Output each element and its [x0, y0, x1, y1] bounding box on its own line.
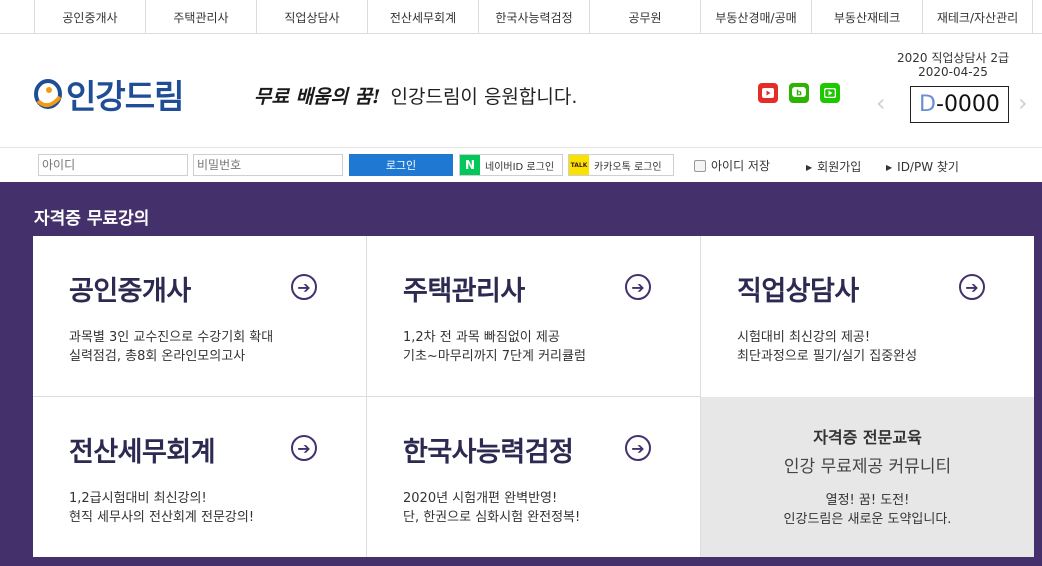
promo-text: 열정! 꿈! 도전! 인강드림은 새로운 도약입니다. [701, 491, 1034, 529]
naver-login-label: 네이버ID 로그인 [485, 161, 555, 173]
kakao-login-button[interactable]: TALK 카카오톡 로그인 [568, 154, 674, 176]
save-id-label: 아이디 저장 [711, 159, 771, 173]
promo-card: 자격증 전문교육 인강 무료제공 커뮤니티 열정! 꿈! 도전! 인강드림은 새… [701, 397, 1034, 557]
card-description: 시험대비 최신강의 제공! 최단과정으로 필기/실기 집중완성 [737, 328, 917, 366]
kakao-login-label: 카카오톡 로그인 [594, 161, 662, 173]
card-desc-line: 과목별 3인 교수진으로 수강기회 확대 [69, 330, 274, 345]
course-card-career-counselor[interactable]: 직업상담사 ➔ 시험대비 최신강의 제공! 최단과정으로 필기/실기 집중완성 [701, 236, 1034, 396]
card-description: 과목별 3인 교수진으로 수강기회 확대 실력점검, 총8회 온라인모의고사 [69, 328, 273, 366]
find-id-pw-label: ID/PW 찾기 [897, 160, 959, 174]
top-nav-list: 공인중개사 주택관리사 직업상담사 전산세무회계 한국사능력검정 공무원 부동산경매/공매 부… [34, 0, 1033, 34]
svg-text:b: b [796, 89, 802, 98]
naver-tv-icon[interactable] [820, 83, 840, 103]
dday-prev-icon[interactable]: ‹ [876, 89, 886, 117]
slogan: 무료 배움의 꿈! 인강드림이 응원합니다. [254, 82, 577, 109]
triangle-right-icon: ▶ [806, 163, 813, 172]
arrow-right-icon[interactable]: ➔ [625, 435, 651, 461]
course-card-housing-manager[interactable]: 주택관리사 ➔ 1,2차 전 과목 빠짐없이 제공 기초~마무리까지 7단계 커… [367, 236, 700, 396]
card-title: 한국사능력검정 [403, 437, 574, 468]
card-desc-line: 현직 세무사의 전산회계 전문강의! [69, 510, 255, 525]
promo-line: 열정! 꿈! 도전! [825, 493, 910, 508]
free-lecture-section: 자격증 무료강의 공인중개사 ➔ 과목별 3인 교수진으로 수강기회 확대 실력… [0, 182, 1042, 566]
card-desc-line: 1,2차 전 과목 빠짐없이 제공 [403, 330, 560, 345]
id-input[interactable] [38, 154, 188, 176]
card-title: 주택관리사 [403, 276, 525, 307]
course-card-tax-accounting[interactable]: 전산세무회계 ➔ 1,2급시험대비 최신강의! 현직 세무사의 전산회계 전문강… [33, 397, 366, 557]
logo-mark-icon [34, 79, 62, 109]
card-title: 전산세무회계 [69, 437, 216, 468]
card-desc-line: 2020년 시험개편 완벽반영! [403, 491, 558, 506]
save-id-checkbox[interactable]: 아이디 저장 [694, 157, 770, 174]
top-nav-item[interactable]: 주택관리사 [146, 0, 257, 34]
arrow-right-icon[interactable]: ➔ [291, 274, 317, 300]
blog-icon[interactable]: b [789, 83, 809, 103]
promo-heading: 자격증 전문교육 [813, 428, 922, 447]
triangle-right-icon: ▶ [886, 163, 893, 172]
naver-login-button[interactable]: N 네이버ID 로그인 [459, 154, 563, 176]
kakao-icon: TALK [569, 155, 589, 175]
dday-value: -0000 [936, 92, 1000, 117]
naver-icon: N [460, 155, 480, 175]
slogan-script: 무료 배움의 꿈! [254, 86, 381, 108]
card-title: 직업상담사 [737, 276, 859, 307]
arrow-right-icon[interactable]: ➔ [959, 274, 985, 300]
card-desc-line: 단, 한권으로 심화시험 완전정복! [403, 510, 581, 525]
site-logo[interactable]: 인강드림 [34, 70, 184, 118]
arrow-right-icon[interactable]: ➔ [291, 435, 317, 461]
course-grid: 공인중개사 ➔ 과목별 3인 교수진으로 수강기회 확대 실력점검, 총8회 온… [33, 236, 1034, 557]
password-input[interactable] [193, 154, 343, 176]
dday-prefix: D [919, 92, 936, 117]
card-desc-line: 최단과정으로 필기/실기 집중완성 [737, 349, 918, 364]
logo-text: 인강드림 [66, 77, 184, 116]
top-nav-item[interactable]: 재테크/자산관리 [923, 0, 1033, 34]
card-desc-line: 기초~마무리까지 7단계 커리큘럼 [403, 349, 586, 364]
course-card-realtor[interactable]: 공인중개사 ➔ 과목별 3인 교수진으로 수강기회 확대 실력점검, 총8회 온… [33, 236, 366, 396]
find-id-pw-link[interactable]: ▶ ID/PW 찾기 [886, 158, 959, 175]
top-nav-item[interactable]: 한국사능력검정 [479, 0, 590, 34]
top-nav-item[interactable]: 부동산경매/공매 [701, 0, 812, 34]
dday-widget: 2020 직업상담사 2급 2020-04-25 ‹ D -0000 › [876, 51, 1028, 123]
top-navigation: 공인중개사 주택관리사 직업상담사 전산세무회계 한국사능력검정 공무원 부동산경매/공매 부… [0, 0, 1042, 34]
slogan-text: 인강드림이 응원합니다. [390, 86, 578, 108]
card-desc-line: 실력점검, 총8회 온라인모의고사 [69, 349, 246, 364]
header: 인강드림 무료 배움의 꿈! 인강드림이 응원합니다. b 2020 직업상담사… [0, 34, 1042, 147]
card-description: 2020년 시험개편 완벽반영! 단, 한권으로 심화시험 완전정복! [403, 489, 580, 527]
top-nav-item[interactable]: 직업상담사 [257, 0, 368, 34]
card-title: 공인중개사 [69, 276, 191, 307]
divider [33, 396, 700, 397]
top-nav-item[interactable]: 공인중개사 [35, 0, 146, 34]
top-nav-item[interactable]: 전산세무회계 [368, 0, 479, 34]
card-description: 1,2급시험대비 최신강의! 현직 세무사의 전산회계 전문강의! [69, 489, 254, 527]
dday-next-icon[interactable]: › [1018, 89, 1028, 117]
top-nav-item[interactable]: 부동산재테크 [812, 0, 923, 34]
promo-line: 인강드림은 새로운 도약입니다. [783, 512, 952, 527]
dday-title: 2020 직업상담사 2급 [896, 51, 1010, 65]
card-description: 1,2차 전 과목 빠짐없이 제공 기초~마무리까지 7단계 커리큘럼 [403, 328, 586, 366]
divider [700, 236, 701, 557]
section-title: 자격증 무료강의 [34, 209, 150, 229]
arrow-right-icon[interactable]: ➔ [625, 274, 651, 300]
signup-label: 회원가입 [817, 160, 862, 174]
signup-link[interactable]: ▶ 회원가입 [806, 158, 861, 175]
card-desc-line: 시험대비 최신강의 제공! [737, 330, 871, 345]
login-button[interactable]: 로그인 [349, 154, 453, 176]
dday-counter: D -0000 [910, 86, 1009, 123]
youtube-icon[interactable] [758, 83, 778, 103]
dday-date: 2020-04-25 [918, 65, 988, 79]
login-bar: 로그인 N 네이버ID 로그인 TALK 카카오톡 로그인 아이디 저장 ▶ 회원… [0, 147, 1042, 182]
card-desc-line: 1,2급시험대비 최신강의! [69, 491, 207, 506]
course-card-korean-history[interactable]: 한국사능력검정 ➔ 2020년 시험개편 완벽반영! 단, 한권으로 심화시험 … [367, 397, 700, 557]
top-nav-item[interactable]: 공무원 [590, 0, 701, 34]
checkbox-icon[interactable] [694, 159, 706, 172]
promo-subheading: 인강 무료제공 커뮤니티 [783, 457, 952, 477]
